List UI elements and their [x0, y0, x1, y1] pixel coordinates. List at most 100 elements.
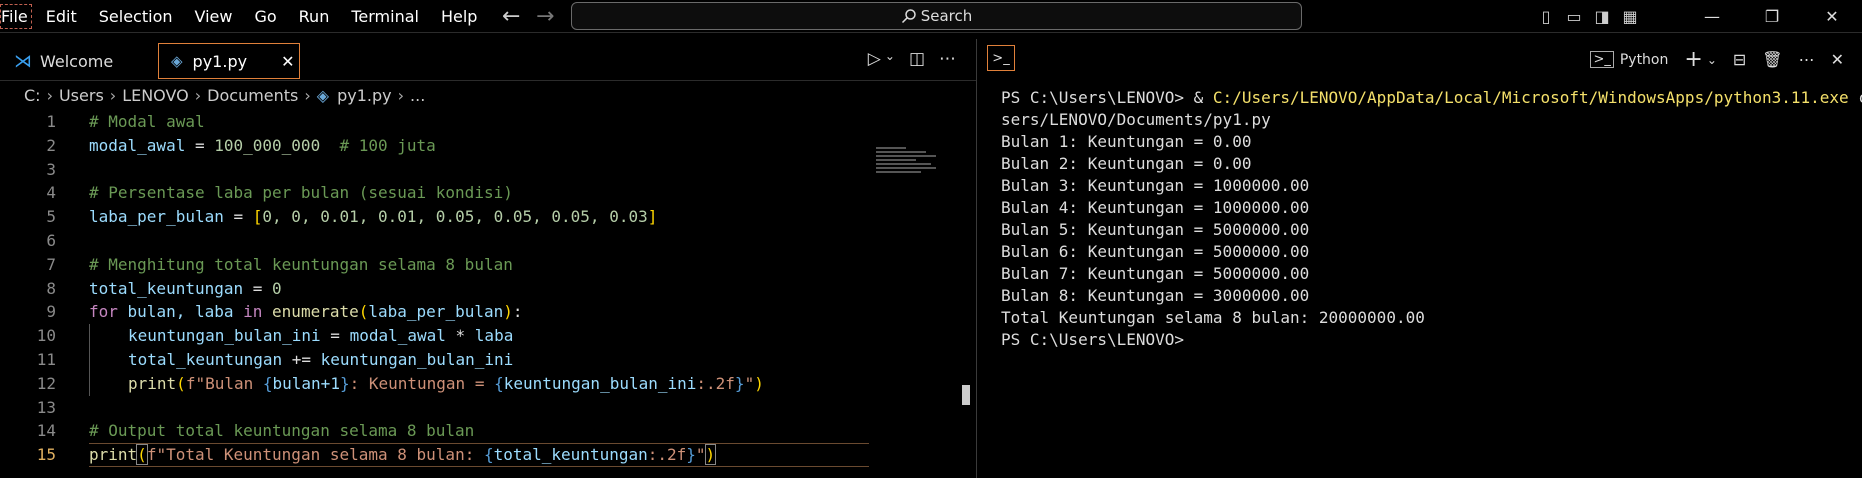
line-number: 9: [46, 302, 56, 322]
terminal-line: Total Keuntungan selama 8 bulan: 2000000…: [1001, 308, 1425, 327]
breadcrumb-file[interactable]: py1.py: [337, 86, 392, 105]
minimap[interactable]: [876, 147, 946, 181]
close-window-icon[interactable]: ✕: [1802, 7, 1862, 26]
code-editor[interactable]: 1 # Modal awal 2 modal_awal = 100_000_000 …: [0, 110, 976, 467]
command-center-search[interactable]: Search: [571, 2, 1302, 30]
breadcrumb-symbol[interactable]: ...: [410, 86, 425, 105]
line-number: 3: [46, 159, 56, 179]
chevron-down-icon[interactable]: ⌄: [885, 49, 895, 69]
close-panel-icon[interactable]: ✕: [1831, 50, 1844, 69]
code-line: 1 # Modal awal: [0, 110, 976, 134]
menu-run[interactable]: Run: [299, 7, 330, 26]
line-number: 13: [36, 397, 56, 417]
tab-label: py1.py: [192, 51, 248, 71]
menu-bar: File Edit Selection View Go Run Terminal…: [0, 0, 499, 32]
back-arrow-icon[interactable]: ←: [502, 4, 520, 29]
code-line: 7 # Menghitung total keuntungan selama 8 …: [0, 253, 976, 277]
terminal-line: Bulan 6: Keuntungan = 5000000.00: [1001, 242, 1310, 261]
breadcrumb-users[interactable]: Users: [59, 86, 104, 105]
code-line: 13: [0, 396, 976, 420]
menu-view[interactable]: View: [195, 7, 233, 26]
code-line: 10 keuntungan_bulan_ini = modal_awal * la…: [0, 324, 976, 348]
tab-welcome[interactable]: ⋊ Welcome: [14, 43, 150, 79]
line-number: 12: [36, 373, 56, 393]
trash-icon[interactable]: 🗑: [1762, 50, 1782, 69]
code-line: 3: [0, 158, 976, 182]
title-bar-controls: ▯ ▭ ◨ ▦ — ❐ ✕: [1532, 0, 1862, 32]
split-editor-icon[interactable]: ◫: [909, 49, 925, 69]
title-bar: File Edit Selection View Go Run Terminal…: [0, 0, 1862, 33]
line-number: 15: [36, 445, 56, 465]
toggle-secondary-sidebar-icon[interactable]: ◨: [1588, 7, 1616, 26]
terminal-icon[interactable]: >_: [987, 45, 1015, 71]
breadcrumb-lenovo[interactable]: LENOVO: [122, 86, 189, 105]
tab-label: Welcome: [40, 51, 114, 71]
code-line: 2 modal_awal = 100_000_000 # 100 juta: [0, 134, 976, 158]
python-file-icon: ◈: [316, 85, 330, 105]
breadcrumb-documents[interactable]: Documents: [207, 86, 298, 105]
tab-py1[interactable]: ◈ py1.py ✕: [158, 43, 300, 79]
menu-edit[interactable]: Edit: [46, 7, 77, 26]
menu-file[interactable]: File: [0, 3, 32, 29]
line-number: 7: [46, 254, 56, 274]
toggle-primary-sidebar-icon[interactable]: ▯: [1532, 7, 1560, 26]
more-actions-icon[interactable]: ⋯: [939, 49, 956, 69]
chevron-right-icon: ›: [109, 85, 117, 105]
line-number: 14: [36, 421, 56, 441]
code-line: 12 print(f"Bulan {bulan+1}: Keuntungan = …: [0, 371, 976, 396]
chevron-right-icon: ›: [194, 85, 202, 105]
split-terminal-icon[interactable]: ⊟: [1733, 50, 1746, 69]
line-number: 2: [46, 135, 56, 155]
line-number: 1: [46, 112, 56, 131]
terminal-actions: >_ Python + ⌄ ⊟ 🗑 ⋯ ✕: [1574, 47, 1844, 72]
terminal-line: Bulan 3: Keuntungan = 1000000.00: [1001, 176, 1310, 195]
code-line: 11 total_keuntungan += keuntungan_bulan_i…: [0, 347, 976, 372]
terminal-profile-label[interactable]: Python: [1620, 52, 1669, 68]
menu-terminal[interactable]: Terminal: [351, 7, 419, 26]
menu-go[interactable]: Go: [254, 7, 276, 26]
breadcrumb-drive[interactable]: C:: [24, 86, 41, 105]
search-label: Search: [920, 7, 973, 25]
terminal-line: Bulan 5: Keuntungan = 5000000.00: [1001, 220, 1310, 239]
line-number: 8: [46, 278, 56, 298]
menu-help[interactable]: Help: [441, 7, 477, 26]
restore-icon[interactable]: ❐: [1742, 7, 1802, 26]
indent-guide: [89, 347, 90, 372]
scrollbar-cursor-marker[interactable]: [962, 385, 970, 405]
new-terminal-icon[interactable]: +: [1684, 47, 1702, 72]
code-line: 4 # Persentase laba per bulan (sesuai kon…: [0, 181, 976, 205]
terminal-prompt: PS C:\Users\LENOVO>: [1001, 330, 1185, 349]
terminal-line: Bulan 7: Keuntungan = 5000000.00: [1001, 264, 1310, 283]
more-actions-icon[interactable]: ⋯: [1799, 50, 1815, 69]
terminal-output[interactable]: PS C:\Users\LENOVO> & C:/Users/LENOVO/Ap…: [1001, 87, 1862, 351]
code-line: 9 for bulan, laba in enumerate(laba_per_b…: [0, 300, 976, 324]
terminal-line: Bulan 1: Keuntungan = 0.00: [1001, 132, 1252, 151]
run-python-file-icon[interactable]: ▷: [868, 49, 881, 69]
terminal-line: Bulan 8: Keuntungan = 3000000.00: [1001, 286, 1310, 305]
breadcrumb: C: › Users › LENOVO › Documents › ◈ py1.py › …: [0, 82, 425, 108]
line-number: 6: [46, 230, 56, 250]
chevron-down-icon[interactable]: ⌄: [1707, 53, 1717, 67]
terminal-line: Bulan 2: Keuntungan = 0.00: [1001, 154, 1252, 173]
indent-guide: [89, 324, 90, 348]
code-line-current: 15 print(f"Total Keuntungan selama 8 bula…: [0, 443, 976, 467]
chevron-right-icon: ›: [397, 85, 405, 105]
toggle-panel-icon[interactable]: ▭: [1560, 7, 1588, 26]
menu-selection[interactable]: Selection: [99, 7, 173, 26]
chevron-right-icon: ›: [304, 85, 311, 105]
editor-group: ⋊ Welcome ◈ py1.py ✕ ▷ ⌄ ◫ ⋯ C: › Users › …: [0, 39, 977, 478]
code-line: 8 total_keuntungan = 0: [0, 277, 976, 301]
line-number: 5: [46, 207, 56, 227]
code-line: 6: [0, 229, 976, 253]
code-line: 14 # Output total keuntungan selama 8 bul…: [0, 419, 976, 443]
customize-layout-icon[interactable]: ▦: [1616, 7, 1644, 26]
terminal-header: >_ >_ Python + ⌄ ⊟ 🗑 ⋯ ✕: [977, 39, 1862, 79]
forward-arrow-icon[interactable]: →: [536, 4, 554, 29]
editor-actions: ▷ ⌄ ◫ ⋯: [854, 49, 956, 69]
line-number: 10: [36, 326, 56, 346]
search-icon: [901, 9, 916, 24]
code-line: 5 laba_per_bulan = [0, 0, 0.01, 0.01, 0.0…: [0, 205, 976, 229]
close-tab-icon[interactable]: ✕: [281, 52, 294, 71]
minimize-icon[interactable]: —: [1682, 7, 1742, 26]
line-number: 11: [36, 349, 56, 369]
